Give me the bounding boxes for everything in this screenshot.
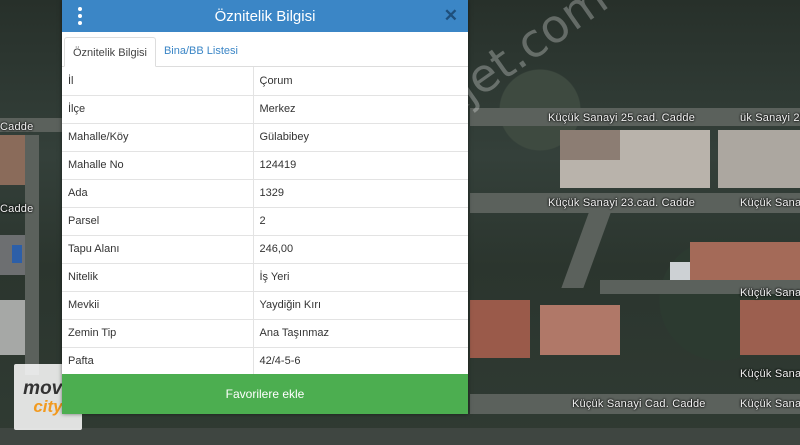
table-row: Parsel 2 [62, 207, 468, 236]
row-value: 246,00 [253, 235, 468, 264]
table-row: Ada 1329 [62, 179, 468, 208]
building [718, 130, 800, 188]
building [540, 305, 620, 355]
row-key: Mevkii [62, 291, 254, 320]
road-label: Küçük Sanayi [740, 368, 800, 380]
road [561, 213, 611, 288]
road-label: Küçük Sanayi [740, 287, 800, 299]
building [0, 300, 25, 355]
building [0, 135, 25, 185]
row-key: Mahalle/Köy [62, 123, 254, 152]
panel-tabs: Öznitelik Bilgisi Bina/BB Listesi [62, 33, 468, 67]
row-value: 42/4-5-6 [253, 347, 468, 376]
road [25, 135, 39, 375]
row-key: İl [62, 67, 254, 96]
row-value: 124419 [253, 151, 468, 180]
row-value: Merkez [253, 95, 468, 124]
panel-header: Öznitelik Bilgisi ✕ [62, 0, 468, 32]
table-row: Pafta 42/4-5-6 [62, 347, 468, 376]
building [560, 130, 620, 160]
table-row: Mahalle/Köy Gülabibey [62, 123, 468, 152]
building [690, 242, 800, 280]
row-value: 2 [253, 207, 468, 236]
row-key: Tapu Alanı [62, 235, 254, 264]
building [470, 300, 530, 358]
table-row: Nitelik İş Yeri [62, 263, 468, 292]
row-value: 1329 [253, 179, 468, 208]
row-key: İlçe [62, 95, 254, 124]
tab-attribute-info[interactable]: Öznitelik Bilgisi [64, 37, 156, 67]
table-row: İl Çorum [62, 67, 468, 96]
panel-title: Öznitelik Bilgisi [214, 7, 316, 25]
road-label: Küçük Sanayi Cad. Cadde [572, 398, 706, 410]
road-label: Küçük Sanayi 23.cad. Cadde [548, 197, 696, 209]
row-value: Yaydiğin Kırı [253, 291, 468, 320]
building [12, 245, 22, 263]
row-value: Çorum [253, 67, 468, 96]
table-row: Mahalle No 124419 [62, 151, 468, 180]
tab-building-list[interactable]: Bina/BB Listesi [156, 36, 246, 66]
building [670, 262, 690, 280]
road [0, 428, 800, 445]
attribute-table: İl Çorum İlçe Merkez Mahalle/Köy Gülabibey … [62, 67, 468, 376]
row-value: Gülabibey [253, 123, 468, 152]
close-icon[interactable]: ✕ [444, 6, 458, 26]
table-row: Zemin Tip Ana Taşınmaz [62, 319, 468, 348]
road-label: Küçük Sanayi 23 [740, 197, 800, 209]
table-row: Tapu Alanı 246,00 [62, 235, 468, 264]
road-label: Cadde [0, 203, 34, 215]
row-key: Parsel [62, 207, 254, 236]
row-value: İş Yeri [253, 263, 468, 292]
row-key: Mahalle No [62, 151, 254, 180]
road-label: Cadde [0, 121, 34, 133]
row-key: Nitelik [62, 263, 254, 292]
table-row: Mevkii Yaydiğin Kırı [62, 291, 468, 320]
vertical-dots-menu-icon[interactable] [76, 5, 84, 27]
add-to-favorites-button[interactable]: Favorilere ekle [62, 374, 468, 414]
row-value: Ana Taşınmaz [253, 319, 468, 348]
attribute-panel: Öznitelik Bilgisi ✕ Öznitelik Bilgisi Bi… [62, 0, 468, 414]
row-key: Zemin Tip [62, 319, 254, 348]
table-row: İlçe Merkez [62, 95, 468, 124]
logo-line2: city [33, 396, 63, 416]
row-key: Ada [62, 179, 254, 208]
building [740, 300, 800, 355]
row-key: Pafta [62, 347, 254, 376]
road-label: Küçük Sanayi 25.cad. Cadde [548, 112, 696, 124]
road-label: ük Sanayi 25.cad. [740, 112, 800, 124]
road-label: Küçük Sanayi [740, 398, 800, 410]
